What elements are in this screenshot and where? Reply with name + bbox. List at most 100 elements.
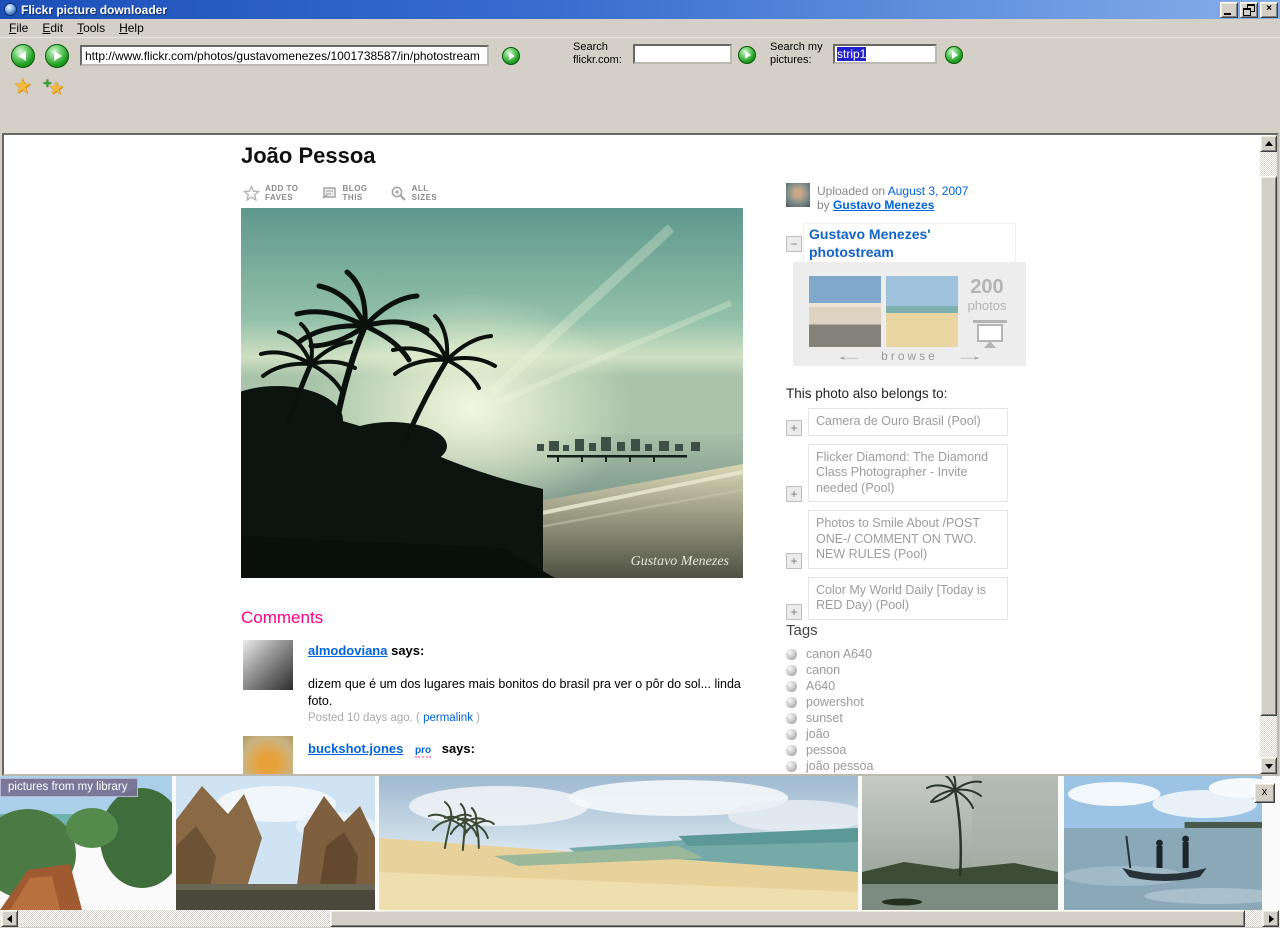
pool-row: + Photos to Smile About /POST ONE-/ COMM… <box>786 510 1008 569</box>
pool-link[interactable]: Color My World Daily [Today is RED Day) … <box>808 577 1008 620</box>
search-my-input[interactable]: strip1 <box>833 44 937 64</box>
menu-edit[interactable]: Edit <box>36 20 71 37</box>
commenter-avatar[interactable] <box>243 640 293 690</box>
tag-row: sunset <box>786 710 1008 726</box>
tag-link[interactable]: A640 <box>806 679 835 693</box>
filmstrip-photo-palm[interactable] <box>862 776 1058 910</box>
app-window: Flickr picture downloader × File Edit To… <box>0 0 1280 928</box>
commenter-link[interactable]: almodoviana <box>308 643 387 658</box>
slideshow-icon[interactable] <box>977 324 1003 342</box>
restore-button[interactable] <box>1240 2 1258 18</box>
add-plus-icon: + <box>43 75 52 92</box>
forward-icon <box>54 51 62 61</box>
menu-help[interactable]: Help <box>113 20 152 37</box>
expand-pool-button[interactable]: + <box>786 420 802 436</box>
add-to-faves-button[interactable]: ADD TOFAVES <box>243 184 299 202</box>
tag-ball-icon <box>786 713 797 724</box>
tag-link[interactable]: joão pessoa <box>806 759 873 773</box>
belongs-heading: This photo also belongs to: <box>786 386 947 401</box>
horizontal-scrollbar[interactable] <box>0 910 1280 927</box>
close-button[interactable]: × <box>1260 2 1278 18</box>
filmstrip-photo-rocks[interactable] <box>176 776 375 910</box>
go-search-my-button[interactable] <box>945 46 963 64</box>
tag-row: pessoa <box>786 742 1008 758</box>
expand-pool-button[interactable]: + <box>786 604 802 620</box>
permalink-link[interactable]: permalink <box>423 712 473 724</box>
filmstrip-close-button[interactable]: x <box>1254 783 1275 803</box>
scroll-down-button[interactable] <box>1260 757 1277 774</box>
forward-button[interactable] <box>45 44 69 68</box>
menu-tools[interactable]: Tools <box>71 20 113 37</box>
favorite-star-icon[interactable]: ★ <box>13 77 32 97</box>
comment-text: dizem que é um dos lugares mais bonitos … <box>308 676 753 710</box>
photo-count: 200 <box>961 276 1013 299</box>
photo-page-title: João Pessoa <box>241 143 376 169</box>
down-arrow-icon <box>1265 764 1273 769</box>
tag-list: canon A640 canon A640 powershot sunset j… <box>786 646 1008 774</box>
minimize-icon <box>1224 13 1231 15</box>
tag-row: joão pessoa <box>786 758 1008 774</box>
pro-badge[interactable]: pro <box>415 745 431 758</box>
pool-link[interactable]: Photos to Smile About /POST ONE-/ COMMEN… <box>808 510 1008 569</box>
all-sizes-button[interactable]: ALLSIZES <box>390 184 438 202</box>
url-input[interactable] <box>80 45 489 66</box>
owner-link[interactable]: Gustavo Menezes <box>833 198 934 212</box>
window-title: Flickr picture downloader <box>21 3 1218 17</box>
pool-link[interactable]: Flicker Diamond: The Diamond Class Photo… <box>808 444 1008 503</box>
photo-actions: ADD TOFAVES BLOGTHIS ALLSIZES <box>243 184 437 202</box>
commenter-avatar[interactable] <box>243 736 293 774</box>
commenter-link[interactable]: buckshot.jones <box>308 741 403 756</box>
uploaded-line: Uploaded on August 3, 2007 <box>817 184 968 198</box>
library-filmstrip: pictures from my library x <box>0 776 1280 910</box>
tags-heading: Tags <box>786 622 818 639</box>
photostream-header: Gustavo Menezes' photostream <box>803 223 1016 267</box>
expand-pool-button[interactable]: + <box>786 553 802 569</box>
vertical-scroll-thumb[interactable] <box>1260 176 1277 716</box>
selected-text: strip1 <box>837 47 866 61</box>
expand-pool-button[interactable]: + <box>786 486 802 502</box>
search-flickr-input[interactable] <box>633 44 732 64</box>
collapse-photostream-button[interactable]: − <box>786 236 802 252</box>
tag-link[interactable]: canon A640 <box>806 647 872 661</box>
next-arrow-icon[interactable]: → <box>954 349 985 363</box>
blog-icon <box>321 185 338 201</box>
tag-link[interactable]: powershot <box>806 695 864 709</box>
pool-row: + Flicker Diamond: The Diamond Class Pho… <box>786 444 1008 503</box>
tag-link[interactable]: pessoa <box>806 743 846 757</box>
filmstrip-photo-beach-panorama[interactable] <box>379 776 858 910</box>
go-url-button[interactable] <box>502 47 520 65</box>
go-search-flickr-button[interactable] <box>738 46 756 64</box>
photostream-nav: ← browse → <box>793 349 1026 363</box>
tag-link[interactable]: sunset <box>806 711 843 725</box>
title-bar: Flickr picture downloader × <box>0 0 1280 19</box>
tag-ball-icon <box>786 729 797 740</box>
main-photo[interactable]: Gustavo Menezes <box>241 208 743 578</box>
sunset-beach-photo: Gustavo Menezes <box>241 208 743 578</box>
tag-ball-icon <box>786 681 797 692</box>
go-icon <box>509 52 515 60</box>
scroll-left-button[interactable] <box>1 910 18 927</box>
menu-file[interactable]: File <box>3 20 36 37</box>
browse-link[interactable]: browse <box>881 349 938 363</box>
scroll-right-button[interactable] <box>1262 910 1279 927</box>
blog-this-button[interactable]: BLOGTHIS <box>321 184 368 202</box>
back-icon <box>18 51 26 61</box>
tag-link[interactable]: canon <box>806 663 840 677</box>
horizontal-scroll-thumb[interactable] <box>330 910 1245 927</box>
tag-row: canon <box>786 662 1008 678</box>
photostream-thumb-beach[interactable] <box>886 276 958 347</box>
photostream-title-link[interactable]: Gustavo Menezes' photostream <box>809 226 931 260</box>
filmstrip-photo-boat[interactable] <box>1064 776 1262 910</box>
browser-content-area: João Pessoa ADD TOFAVES BLOGTHIS ALLSIZE… <box>2 133 1279 776</box>
back-button[interactable] <box>11 44 35 68</box>
scroll-up-button[interactable] <box>1260 135 1277 152</box>
photos-label: photos <box>961 298 1013 313</box>
photostream-thumb-church[interactable] <box>809 276 881 347</box>
tag-ball-icon <box>786 649 797 660</box>
vertical-scrollbar[interactable] <box>1260 135 1277 774</box>
pool-link[interactable]: Camera de Ouro Brasil (Pool) <box>808 408 1008 436</box>
minimize-button[interactable] <box>1220 2 1238 18</box>
prev-arrow-icon[interactable]: ← <box>834 349 865 363</box>
owner-buddy-icon[interactable] <box>786 183 810 207</box>
tag-link[interactable]: joão <box>806 727 830 741</box>
